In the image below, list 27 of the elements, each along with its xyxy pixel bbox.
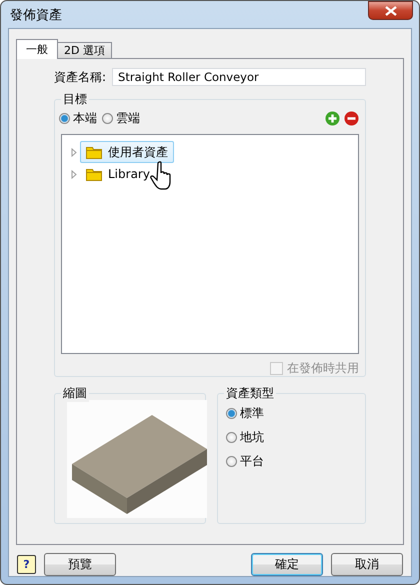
folder-icon <box>86 168 102 180</box>
tab[interactable]: 一般 <box>16 39 58 59</box>
cancel-button[interactable]: 取消 <box>331 553 403 576</box>
radio-option[interactable]: 本端 <box>59 110 97 127</box>
asset-name-field[interactable]: Straight Roller Conveyor <box>112 68 366 86</box>
ok-button[interactable]: 確定 <box>251 553 323 576</box>
expand-arrow-icon[interactable] <box>70 148 78 156</box>
remove-icon[interactable] <box>344 111 359 126</box>
tab[interactable]: 2D 選項 <box>57 42 112 59</box>
asset-name-label: 資產名稱: <box>54 68 106 86</box>
group-title: 資產類型 <box>224 385 276 402</box>
share-label: 在發佈時共用 <box>287 360 359 377</box>
radio-option[interactable]: 地坑 <box>226 429 365 446</box>
radio-option[interactable]: 雲端 <box>102 110 140 127</box>
radio-option[interactable]: 標準 <box>226 405 365 422</box>
add-icon[interactable] <box>325 111 340 126</box>
radio-option[interactable]: 平台 <box>226 453 365 470</box>
help-button[interactable]: ? <box>17 555 36 574</box>
close-icon <box>384 6 396 16</box>
window-title: 發佈資產 <box>10 6 62 24</box>
expand-arrow-icon[interactable] <box>70 170 78 178</box>
close-button[interactable] <box>368 1 413 20</box>
folder-icon <box>86 146 102 158</box>
tree-item[interactable]: 使用者資產 <box>80 141 174 163</box>
group-title: 縮圖 <box>61 385 89 402</box>
preview-button[interactable]: 預覽 <box>44 553 116 576</box>
tree-item[interactable]: Library <box>80 163 156 185</box>
